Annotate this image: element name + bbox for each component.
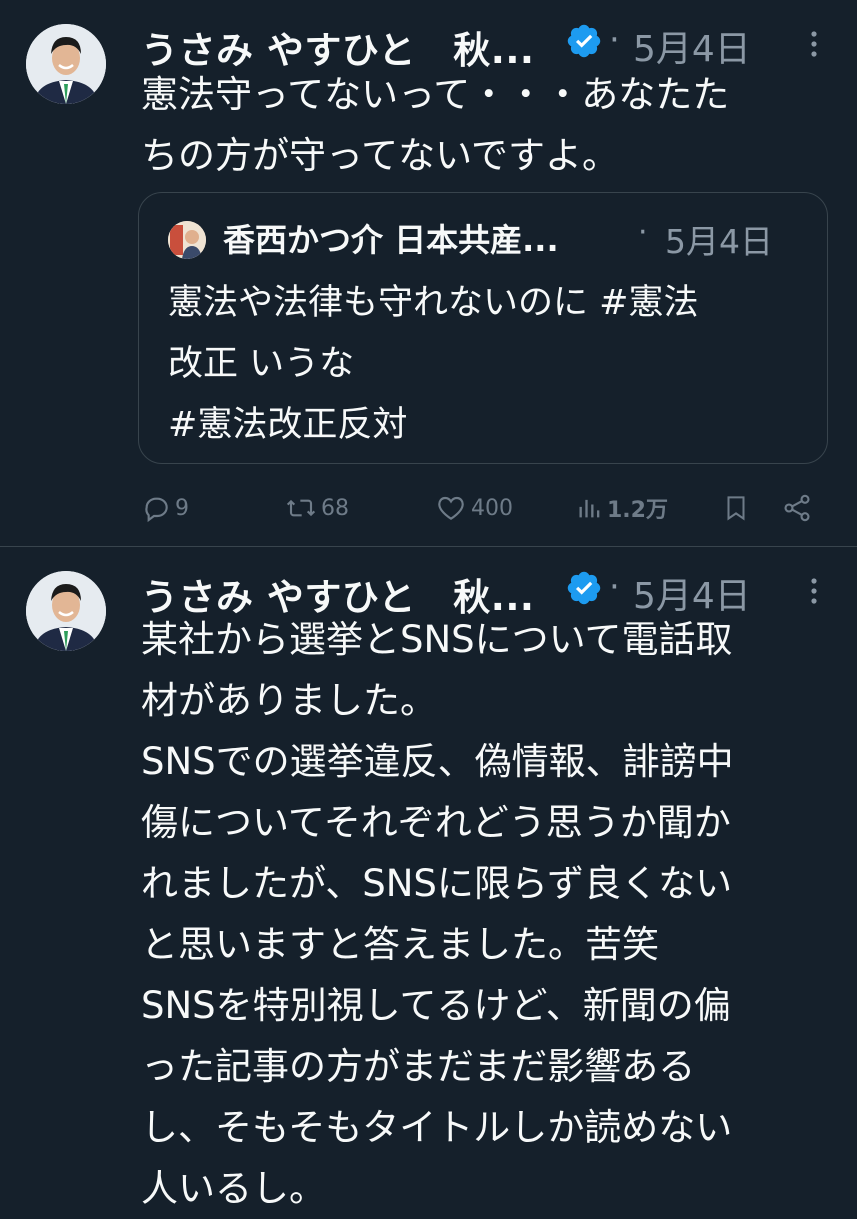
bookmark-button[interactable] (721, 488, 751, 528)
retweet-button[interactable]: 68 (284, 488, 349, 528)
views-button[interactable]: 1.2万 (576, 488, 668, 528)
tweet-text: 憲法守ってないって・・・あなたた ちの方が守ってないですよ。 (141, 73, 730, 177)
header-separator: · (609, 567, 620, 607)
like-icon (438, 496, 464, 520)
verified-badge-icon (567, 571, 601, 605)
quoted-header-separator: · (638, 215, 648, 250)
author-avatar[interactable] (26, 24, 106, 104)
reply-count: 9 (175, 495, 189, 521)
quoted-tweet[interactable]: 香西かつ介 日本共産... · 5月4日 憲法や法律も守れないのに #憲法 改正… (138, 192, 828, 464)
more-options-icon[interactable] (801, 573, 827, 609)
retweet-count: 68 (321, 495, 349, 521)
quoted-author-name: 香西かつ介 日本共産... (223, 221, 559, 259)
tweet[interactable]: うさみ やすひと 秋... · 5月4日 某社から選挙とSNSについて電話取 材… (0, 547, 857, 1210)
quoted-author-avatar (168, 221, 206, 259)
quoted-tweet-date: 5月4日 (665, 222, 773, 261)
views-count: 1.2万 (607, 498, 668, 523)
bookmark-icon (727, 496, 745, 521)
tweet-text: 某社から選挙とSNSについて電話取 材がありました。 SNSでの選挙違反、偽情報… (141, 618, 734, 1210)
author-avatar[interactable] (26, 571, 106, 651)
reply-button[interactable]: 9 (140, 488, 189, 528)
reply-icon (145, 497, 168, 523)
like-button[interactable]: 400 (434, 488, 513, 528)
retweet-icon (286, 499, 316, 517)
share-icon (784, 494, 810, 522)
share-button[interactable] (781, 488, 813, 528)
quoted-tweet-text: 憲法や法律も守れないのに #憲法 改正 いうな #憲法改正反対 (168, 283, 699, 445)
views-icon (579, 499, 600, 518)
tweet-header: うさみ やすひと 秋... · 5月4日 (141, 20, 857, 72)
like-count: 400 (471, 495, 513, 521)
verified-badge-icon (567, 24, 601, 58)
header-separator: · (609, 20, 620, 60)
more-options-icon[interactable] (801, 26, 827, 62)
tweet[interactable]: うさみ やすひと 秋... · 5月4日 憲法守ってないって・・・あなたた ちの… (0, 0, 857, 547)
tweet-actions: 9 68 400 1.2万 (0, 488, 857, 528)
